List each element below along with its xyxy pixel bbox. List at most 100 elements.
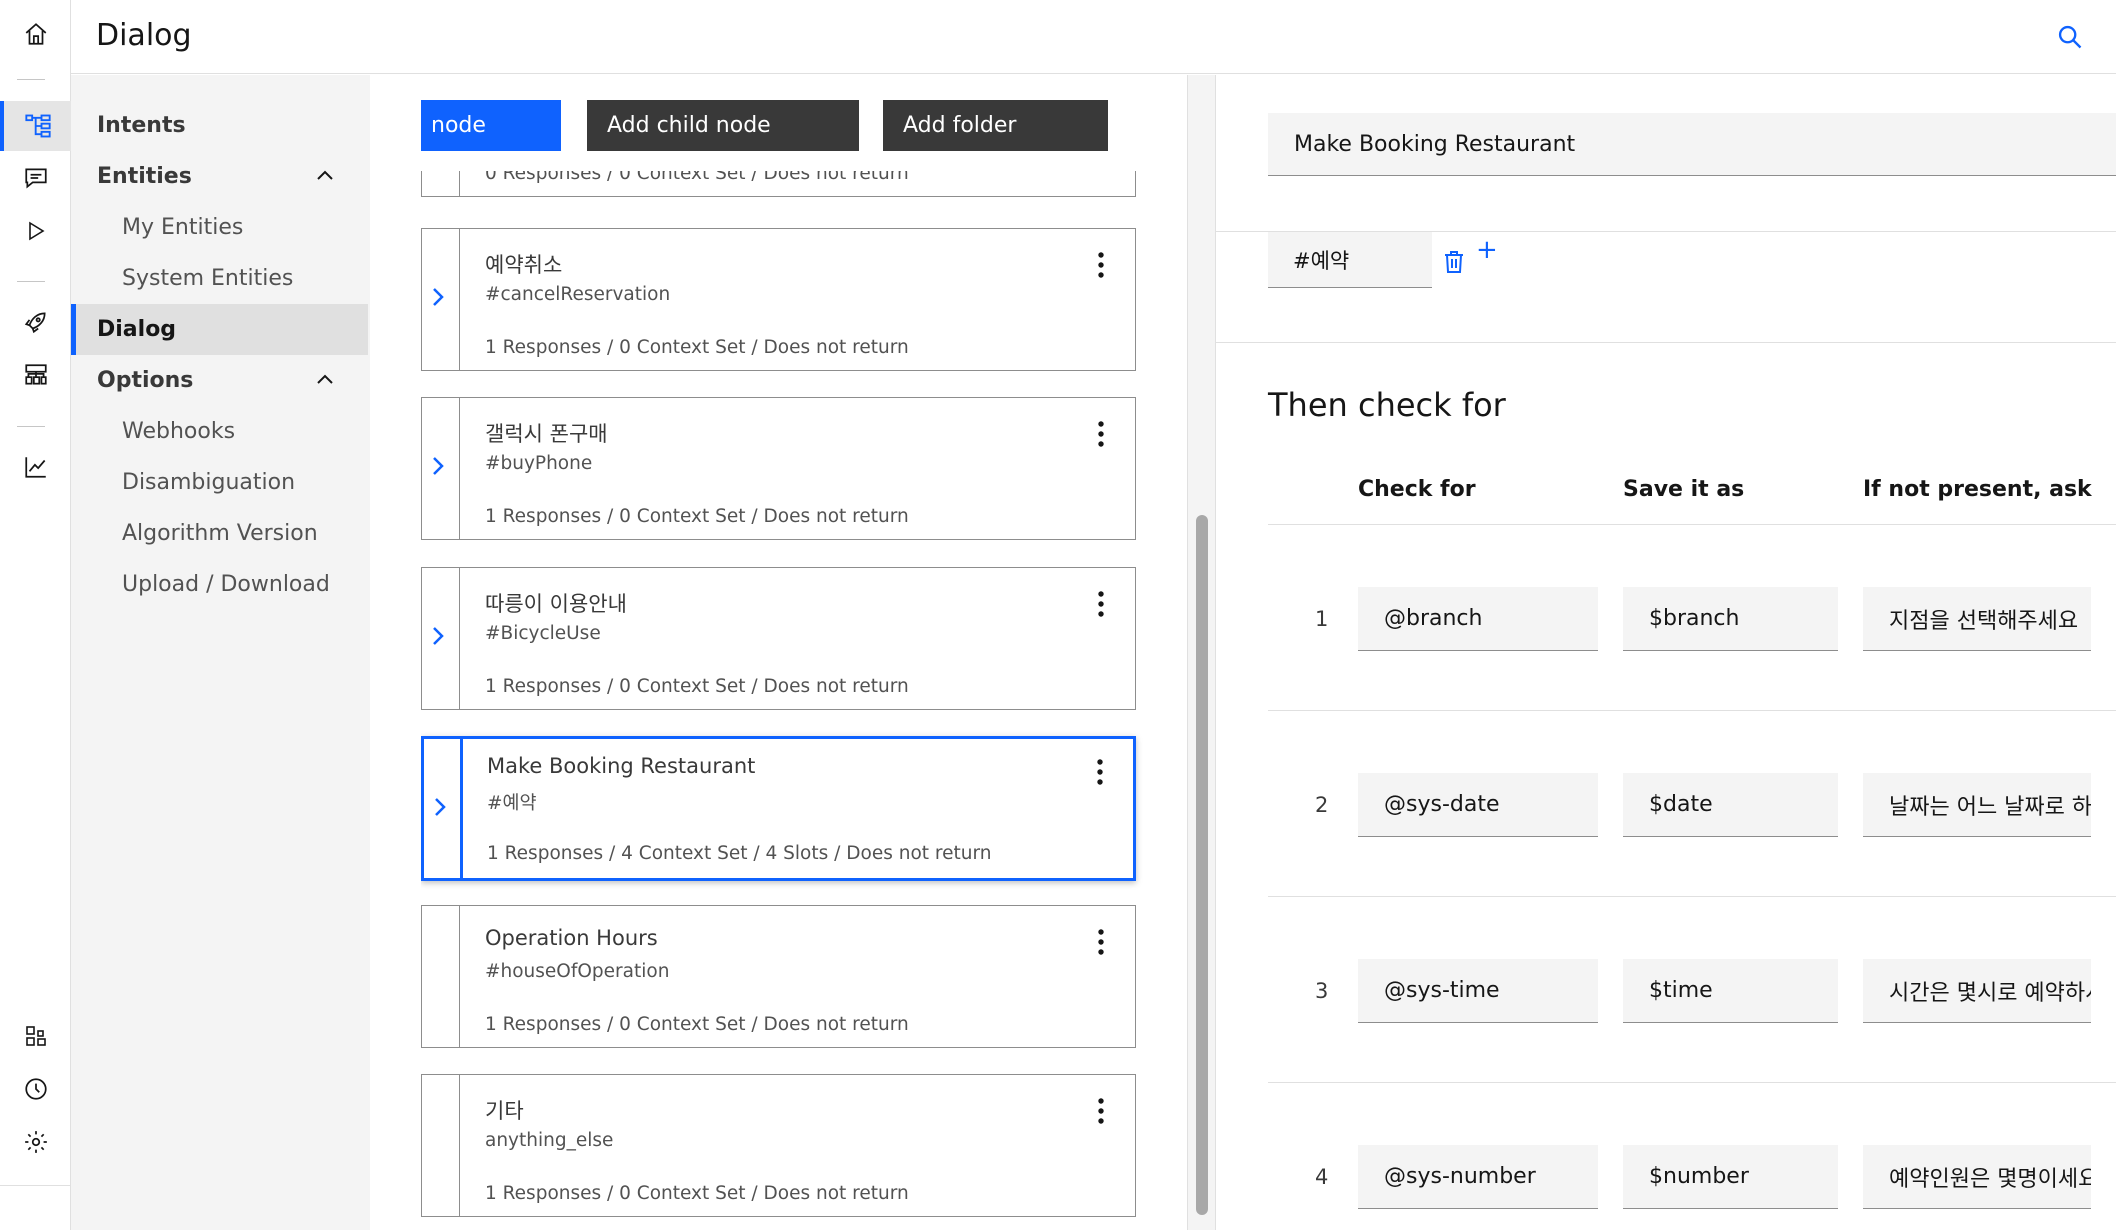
nav-label: Upload / Download	[122, 572, 330, 597]
chevron-right-icon[interactable]	[428, 623, 448, 649]
nav-label: Entities	[97, 164, 192, 189]
node-gutter	[460, 739, 463, 878]
node-name-input[interactable]: Make Booking Restaurant	[1268, 113, 2116, 176]
overflow-menu-icon[interactable]	[1090, 923, 1112, 961]
nav-label: Disambiguation	[122, 470, 296, 495]
add-folder-label: Add folder	[903, 113, 1017, 138]
dialog-node[interactable]: 따릉이 이용안내 #BicycleUse 1 Responses / 0 Con…	[421, 567, 1136, 710]
integrations-icon[interactable]	[0, 350, 71, 400]
search-icon[interactable]	[2052, 19, 2088, 55]
overflow-menu-icon[interactable]	[1090, 246, 1112, 284]
save-as-input[interactable]: $date	[1623, 773, 1838, 837]
chevron-up-icon[interactable]	[315, 370, 335, 396]
check-for-input[interactable]: @sys-number	[1358, 1145, 1598, 1209]
dialog-tree: node Add child node Add folder 0 Respons…	[421, 75, 1187, 1230]
chevron-right-icon[interactable]	[430, 794, 450, 820]
nav-label: Dialog	[97, 317, 177, 342]
node-meta: 0 Responses / 0 Context Set / Does not r…	[485, 171, 909, 184]
node-meta: 1 Responses / 0 Context Set / Does not r…	[485, 1183, 909, 1204]
nav-upload-download[interactable]: Upload / Download	[71, 559, 370, 610]
add-child-node-button[interactable]: Add child node	[587, 100, 859, 151]
save-as-input[interactable]: $time	[1623, 959, 1838, 1023]
try-it-icon[interactable]	[0, 206, 71, 256]
settings-icon[interactable]	[0, 1117, 71, 1167]
top-header: Dialog	[71, 0, 2116, 74]
nav-webhooks[interactable]: Webhooks	[71, 406, 370, 457]
analytics-icon[interactable]	[0, 442, 71, 492]
node-condition: #예약	[487, 793, 537, 814]
side-nav: Intents Entities My Entities System Enti…	[71, 75, 370, 1230]
nav-algorithm-version[interactable]: Algorithm Version	[71, 508, 370, 559]
prompt-input[interactable]: 시간은 몇시로 예약하시겠어요	[1863, 959, 2091, 1023]
condition-chip[interactable]: #예약	[1268, 232, 1463, 288]
dialog-node[interactable]: 갤럭시 폰구매 #buyPhone 1 Responses / 0 Contex…	[421, 397, 1136, 540]
slot-number: 1	[1315, 607, 1329, 631]
trash-icon[interactable]	[1444, 250, 1464, 279]
chevron-right-icon[interactable]	[428, 284, 448, 310]
chevron-right-icon[interactable]	[428, 453, 448, 479]
dialog-node-selected[interactable]: Make Booking Restaurant #예약 1 Responses …	[421, 736, 1136, 881]
prompt-input[interactable]: 지점을 선택해주세요	[1863, 587, 2091, 651]
manage-icon[interactable]	[0, 1011, 71, 1061]
check-for-input[interactable]: @sys-date	[1358, 773, 1598, 837]
add-condition-icon[interactable]: +	[1476, 235, 1498, 265]
chat-icon[interactable]	[0, 153, 71, 203]
node-meta: 1 Responses / 4 Context Set / 4 Slots / …	[487, 843, 992, 864]
slot-number: 4	[1315, 1165, 1329, 1189]
deploy-icon[interactable]	[0, 297, 71, 347]
dialog-node[interactable]: 0 Responses / 0 Context Set / Does not r…	[421, 171, 1136, 197]
nav-entities[interactable]: Entities	[71, 151, 370, 202]
node-gutter	[459, 171, 460, 196]
prompt-input[interactable]: 예약인원은 몇명이세요	[1863, 1145, 2091, 1209]
dialog-tree-icon[interactable]	[0, 101, 71, 151]
node-title: 기타	[485, 1099, 524, 1123]
nav-label: My Entities	[122, 215, 244, 240]
section-title: Then check for	[1268, 386, 1506, 424]
nav-label: Webhooks	[122, 419, 236, 444]
nav-intents[interactable]: Intents	[71, 100, 370, 151]
node-gutter	[459, 906, 460, 1047]
node-editor: Make Booking Restaurant #예약 + Then check…	[1215, 75, 2116, 1230]
chevron-up-icon[interactable]	[315, 166, 335, 192]
column-header-check-for: Check for	[1358, 477, 1476, 502]
nav-dialog[interactable]: Dialog	[71, 304, 368, 355]
save-as-input[interactable]: $branch	[1623, 587, 1838, 651]
nav-options[interactable]: Options	[71, 355, 370, 406]
scrollbar-thumb[interactable]	[1196, 515, 1208, 1215]
nav-disambiguation[interactable]: Disambiguation	[71, 457, 370, 508]
node-title: 예약취소	[485, 253, 563, 277]
history-icon[interactable]	[0, 1064, 71, 1114]
overflow-menu-icon[interactable]	[1089, 753, 1111, 791]
node-condition: #houseOfOperation	[485, 961, 670, 982]
node-meta: 1 Responses / 0 Context Set / Does not r…	[485, 1014, 909, 1035]
slot-row: 3 @sys-time $time 시간은 몇시로 예약하시겠어요	[1268, 897, 2116, 1083]
nav-system-entities[interactable]: System Entities	[71, 253, 370, 304]
slot-number: 3	[1315, 979, 1329, 1003]
node-condition: #cancelReservation	[485, 284, 671, 305]
add-node-button[interactable]: node	[421, 100, 561, 151]
icon-rail	[0, 0, 71, 1230]
check-for-input[interactable]: @sys-time	[1358, 959, 1598, 1023]
home-icon[interactable]	[0, 9, 71, 59]
rail-divider	[0, 1185, 71, 1186]
column-header-save-as: Save it as	[1623, 477, 1745, 502]
dialog-node[interactable]: 기타 anything_else 1 Responses / 0 Context…	[421, 1074, 1136, 1217]
tree-scrollbar[interactable]	[1187, 75, 1215, 1230]
node-meta: 1 Responses / 0 Context Set / Does not r…	[485, 506, 909, 527]
nav-label: Options	[97, 368, 194, 393]
prompt-input[interactable]: 날짜는 어느 날짜로 하시겠어요	[1863, 773, 2091, 837]
nav-my-entities[interactable]: My Entities	[71, 202, 370, 253]
add-folder-button[interactable]: Add folder	[883, 100, 1108, 151]
overflow-menu-icon[interactable]	[1090, 1092, 1112, 1130]
dialog-node[interactable]: Operation Hours #houseOfOperation 1 Resp…	[421, 905, 1136, 1048]
rail-divider	[17, 281, 45, 282]
overflow-menu-icon[interactable]	[1090, 585, 1112, 623]
node-title: 따릉이 이용안내	[485, 592, 627, 616]
node-title: Operation Hours	[485, 926, 658, 950]
dialog-node[interactable]: 예약취소 #cancelReservation 1 Responses / 0 …	[421, 228, 1136, 371]
save-as-input[interactable]: $number	[1623, 1145, 1838, 1209]
node-gutter	[459, 229, 460, 370]
overflow-menu-icon[interactable]	[1090, 415, 1112, 453]
check-for-input[interactable]: @branch	[1358, 587, 1598, 651]
node-meta: 1 Responses / 0 Context Set / Does not r…	[485, 337, 909, 358]
